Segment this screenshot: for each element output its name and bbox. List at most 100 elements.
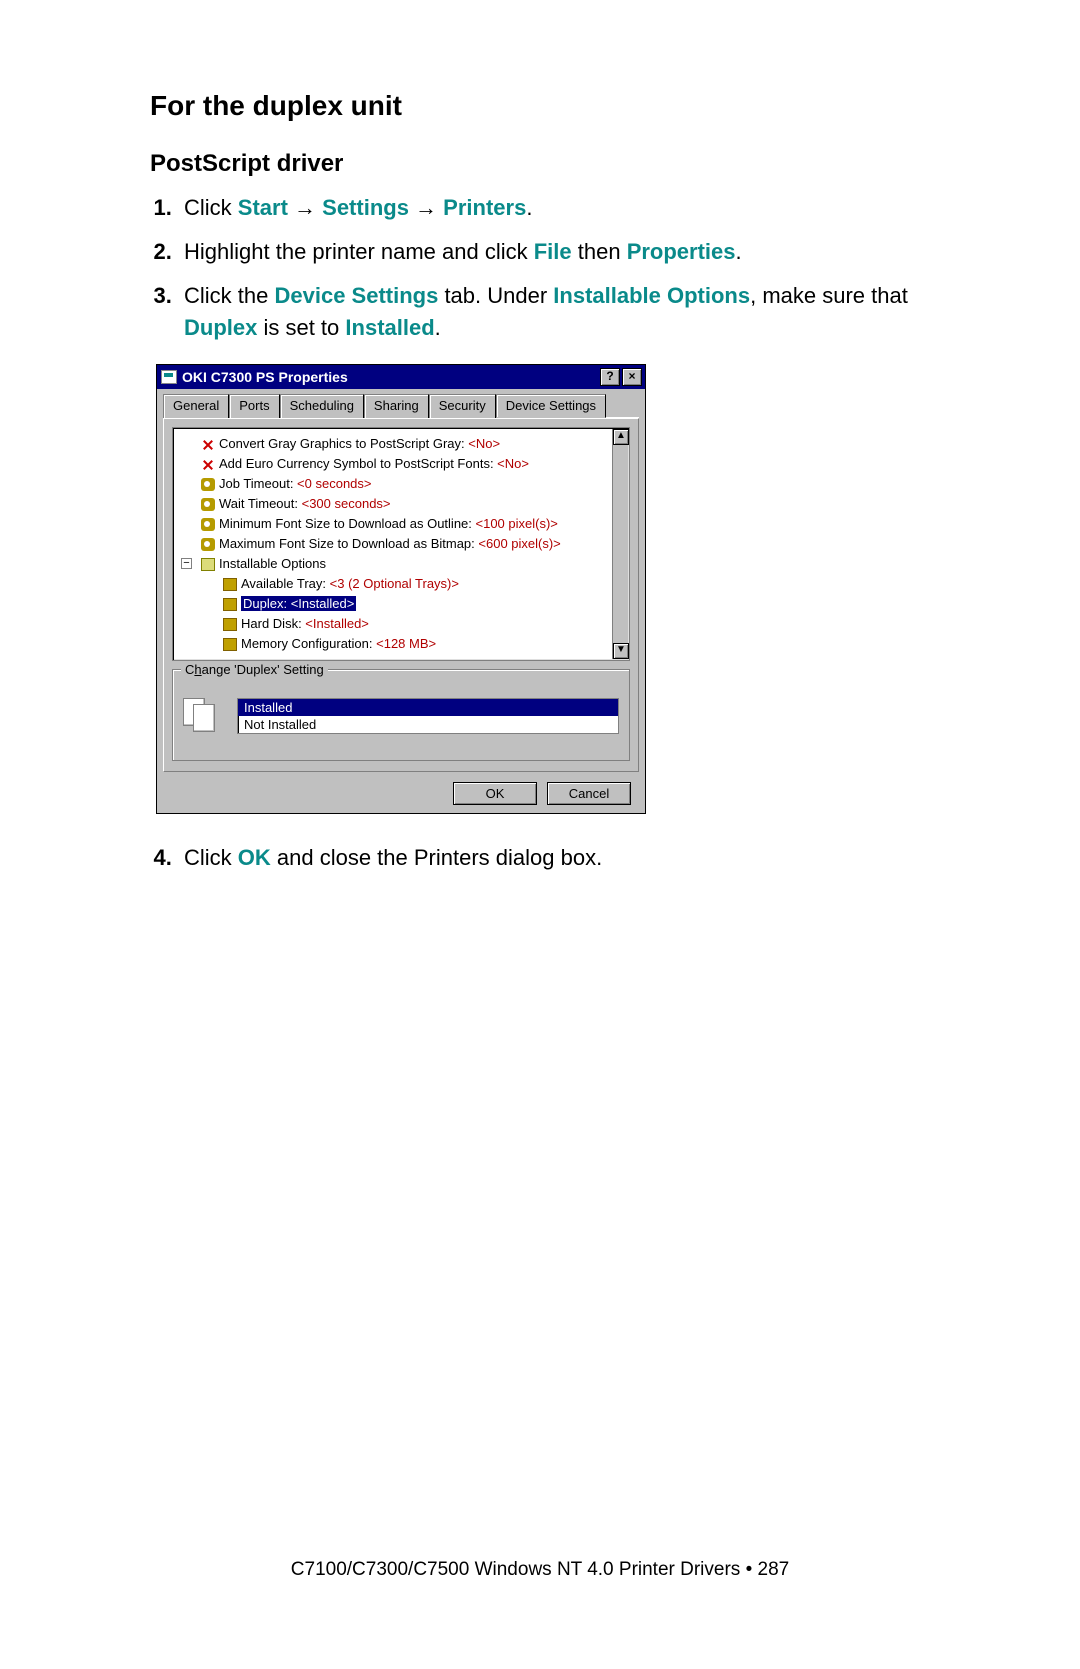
tree-euro-value: <No>: [497, 456, 529, 471]
tree-scrollbar[interactable]: ▲ ▼: [612, 429, 628, 659]
tree-tray-label: Available Tray:: [241, 576, 330, 591]
step3-mid1: tab. Under: [438, 283, 553, 308]
tree-wait-timeout[interactable]: Wait Timeout: <300 seconds>: [201, 494, 611, 514]
tab-device-settings[interactable]: Device Settings: [496, 394, 606, 418]
page-footer: C7100/C7300/C7500 Windows NT 4.0 Printer…: [0, 1559, 1080, 1581]
device-icon: [223, 598, 237, 611]
properties-dialog: OKI C7300 PS Properties ? × General Port…: [156, 364, 646, 814]
step-2: Highlight the printer name and click Fil…: [178, 236, 970, 268]
step1-printers: Printers: [443, 195, 526, 220]
tree-memory[interactable]: Memory Configuration: <128 MB>: [201, 634, 611, 654]
tree-min-font-value: <100 pixel(s)>: [476, 516, 558, 531]
scroll-up-button[interactable]: ▲: [613, 429, 629, 445]
tree-convert-gray[interactable]: Convert Gray Graphics to PostScript Gray…: [201, 434, 611, 454]
step2-properties: Properties: [627, 239, 736, 264]
step1-start: Start: [238, 195, 288, 220]
duplex-option-installed[interactable]: Installed: [238, 699, 618, 716]
device-icon: [223, 638, 237, 651]
step3-mid2: , make sure that: [750, 283, 908, 308]
tree-tray-value: <3 (2 Optional Trays)>: [330, 576, 459, 591]
titlebar[interactable]: OKI C7300 PS Properties ? ×: [157, 365, 645, 389]
step3-mid3: is set to: [257, 315, 345, 340]
collapse-icon[interactable]: −: [181, 558, 192, 569]
tab-general[interactable]: General: [163, 394, 229, 418]
tree-installable-label: Installable Options: [219, 556, 326, 571]
subsection-heading: PostScript driver: [150, 150, 970, 178]
step1-suffix: .: [526, 195, 532, 220]
step3-suffix: .: [435, 315, 441, 340]
gear-icon: [201, 498, 215, 511]
cancel-button[interactable]: Cancel: [547, 782, 631, 805]
tab-ports[interactable]: Ports: [229, 394, 279, 418]
legend-u: h: [194, 662, 201, 677]
step-1: Click Start → Settings → Printers.: [178, 192, 970, 224]
step4-suffix: and close the Printers dialog box.: [271, 845, 602, 870]
section-heading: For the duplex unit: [150, 90, 970, 122]
step2-prefix: Highlight the printer name and click: [184, 239, 534, 264]
settings-tree[interactable]: Convert Gray Graphics to PostScript Gray…: [172, 427, 630, 661]
device-icon: [223, 578, 237, 591]
tree-mem-label: Memory Configuration:: [241, 636, 376, 651]
duplex-listbox[interactable]: Installed Not Installed: [237, 698, 619, 734]
step3-dev-settings: Device Settings: [274, 283, 438, 308]
duplex-icon: [183, 698, 219, 734]
steps-list: Click Start → Settings → Printers. Highl…: [150, 192, 970, 344]
device-settings-panel: Convert Gray Graphics to PostScript Gray…: [163, 418, 639, 772]
tree-hd-value: <Installed>: [305, 616, 369, 631]
tree-job-timeout-value: <0 seconds>: [297, 476, 371, 491]
duplex-option-not-installed[interactable]: Not Installed: [238, 716, 618, 733]
tree-installable-options[interactable]: − Installable Options: [201, 554, 611, 574]
x-icon: [201, 458, 215, 471]
step2-file: File: [534, 239, 572, 264]
close-button[interactable]: ×: [622, 368, 642, 386]
step4-ok: OK: [238, 845, 271, 870]
step2-mid: then: [572, 239, 627, 264]
tree-euro-symbol[interactable]: Add Euro Currency Symbol to PostScript F…: [201, 454, 611, 474]
step3-inst-options: Installable Options: [553, 283, 750, 308]
step1-prefix: Click: [184, 195, 238, 220]
gear-icon: [201, 518, 215, 531]
steps-list-2: Click OK and close the Printers dialog b…: [150, 842, 970, 874]
tree-job-timeout-label: Job Timeout:: [219, 476, 297, 491]
change-duplex-legend: Change 'Duplex' Setting: [181, 662, 328, 677]
tree-min-font-label: Minimum Font Size to Download as Outline…: [219, 516, 476, 531]
tree-max-font-label: Maximum Font Size to Download as Bitmap:: [219, 536, 478, 551]
tree-job-timeout[interactable]: Job Timeout: <0 seconds>: [201, 474, 611, 494]
tree-wait-timeout-value: <300 seconds>: [302, 496, 391, 511]
tree-mem-value: <128 MB>: [376, 636, 436, 651]
tree-max-font[interactable]: Maximum Font Size to Download as Bitmap:…: [201, 534, 611, 554]
legend-pre: C: [185, 662, 194, 677]
tab-sharing[interactable]: Sharing: [364, 394, 429, 418]
ok-button[interactable]: OK: [453, 782, 537, 805]
tree-convert-gray-value: <No>: [468, 436, 500, 451]
printer-icon: [161, 370, 177, 384]
dialog-title: OKI C7300 PS Properties: [182, 369, 348, 385]
tab-bar: General Ports Scheduling Sharing Securit…: [163, 393, 639, 418]
tree-hard-disk[interactable]: Hard Disk: <Installed>: [201, 614, 611, 634]
tree-duplex[interactable]: Duplex: <Installed>: [201, 594, 611, 614]
gear-icon: [201, 538, 215, 551]
scroll-down-button[interactable]: ▼: [613, 643, 629, 659]
change-duplex-group: Change 'Duplex' Setting Installed Not In…: [172, 669, 630, 761]
tree-min-font[interactable]: Minimum Font Size to Download as Outline…: [201, 514, 611, 534]
step2-suffix: .: [736, 239, 742, 264]
tree-euro-label: Add Euro Currency Symbol to PostScript F…: [219, 456, 497, 471]
gear-icon: [201, 478, 215, 491]
x-icon: [201, 438, 215, 451]
tree-duplex-label: Duplex:: [243, 596, 291, 611]
tree-convert-gray-label: Convert Gray Graphics to PostScript Gray…: [219, 436, 468, 451]
tab-security[interactable]: Security: [429, 394, 496, 418]
tree-wait-timeout-label: Wait Timeout:: [219, 496, 302, 511]
step1-settings: Settings: [322, 195, 409, 220]
step1-arrow2: →: [409, 195, 443, 220]
tree-max-font-value: <600 pixel(s)>: [478, 536, 560, 551]
tree-duplex-value: <Installed>: [291, 596, 355, 611]
help-button[interactable]: ?: [600, 368, 620, 386]
tab-scheduling[interactable]: Scheduling: [280, 394, 364, 418]
legend-post: ange 'Duplex' Setting: [202, 662, 324, 677]
step4-prefix: Click: [184, 845, 238, 870]
folder-icon: [201, 558, 215, 571]
tree-hd-label: Hard Disk:: [241, 616, 305, 631]
tree-available-tray[interactable]: Available Tray: <3 (2 Optional Trays)>: [201, 574, 611, 594]
step3-duplex: Duplex: [184, 315, 257, 340]
